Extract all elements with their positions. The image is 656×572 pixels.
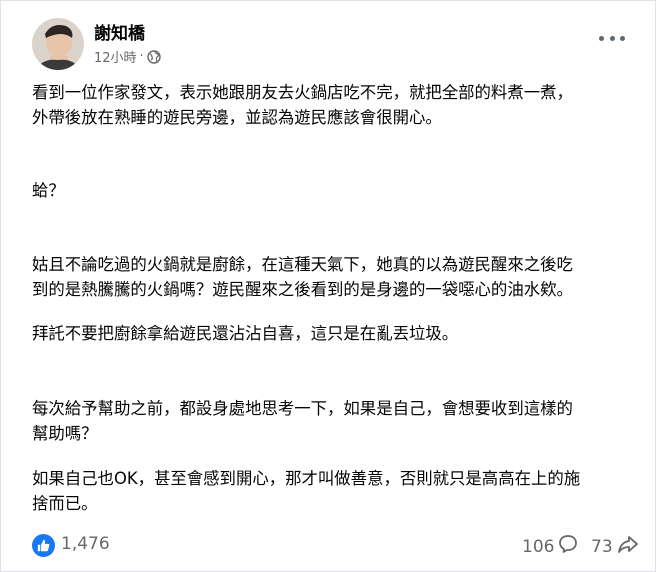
share-arrow-icon — [613, 534, 639, 559]
post-meta: 12小時 · — [94, 47, 161, 66]
share-count-button[interactable]: 73 — [591, 534, 639, 559]
post-footer: 1,476 106 73 — [1, 526, 656, 566]
post-paragraph: 每次給予幫助之前，都設身處地思考一下，如果是自己，會想要收到這樣的 幫助嗎？ — [32, 399, 573, 443]
post-paragraph: 姑且不論吃過的火鍋就是廚餘，在這種天氣下，她真的以為遊民醒來之後吃 到的是熱騰騰… — [32, 255, 573, 299]
post-paragraph: 拜託不要把廚餘拿給遊民還沾沾自喜，這只是在亂丟垃圾。 — [32, 324, 459, 343]
globe-icon — [146, 49, 161, 64]
author-avatar[interactable] — [32, 18, 84, 70]
more-options-icon[interactable] — [599, 31, 625, 45]
post-card: 謝知橋 12小時 · 看到一位作家發文，表示她跟朋友去火鍋店吃不完，就把全部的料… — [0, 0, 656, 572]
thumbs-up-icon[interactable] — [32, 534, 55, 557]
post-timestamp[interactable]: 12小時 — [94, 47, 137, 66]
share-count: 73 — [591, 536, 613, 557]
like-count[interactable]: 1,476 — [61, 534, 110, 554]
comment-bubble-icon — [554, 534, 578, 559]
post-paragraph: 蛤？ — [32, 181, 65, 200]
post-paragraph: 如果自己也OK，甚至會感到開心，那才叫做善意，否則就只是高高在上的施 捨而已。 — [32, 469, 581, 513]
author-name[interactable]: 謝知橋 — [94, 19, 145, 44]
meta-separator: · — [139, 49, 144, 64]
post-paragraph: 看到一位作家發文，表示她跟朋友去火鍋店吃不完，就把全部的料煮一煮， 外帶後放在熟… — [32, 83, 573, 127]
comment-count-button[interactable]: 106 — [522, 534, 578, 559]
comment-count: 106 — [522, 536, 555, 557]
